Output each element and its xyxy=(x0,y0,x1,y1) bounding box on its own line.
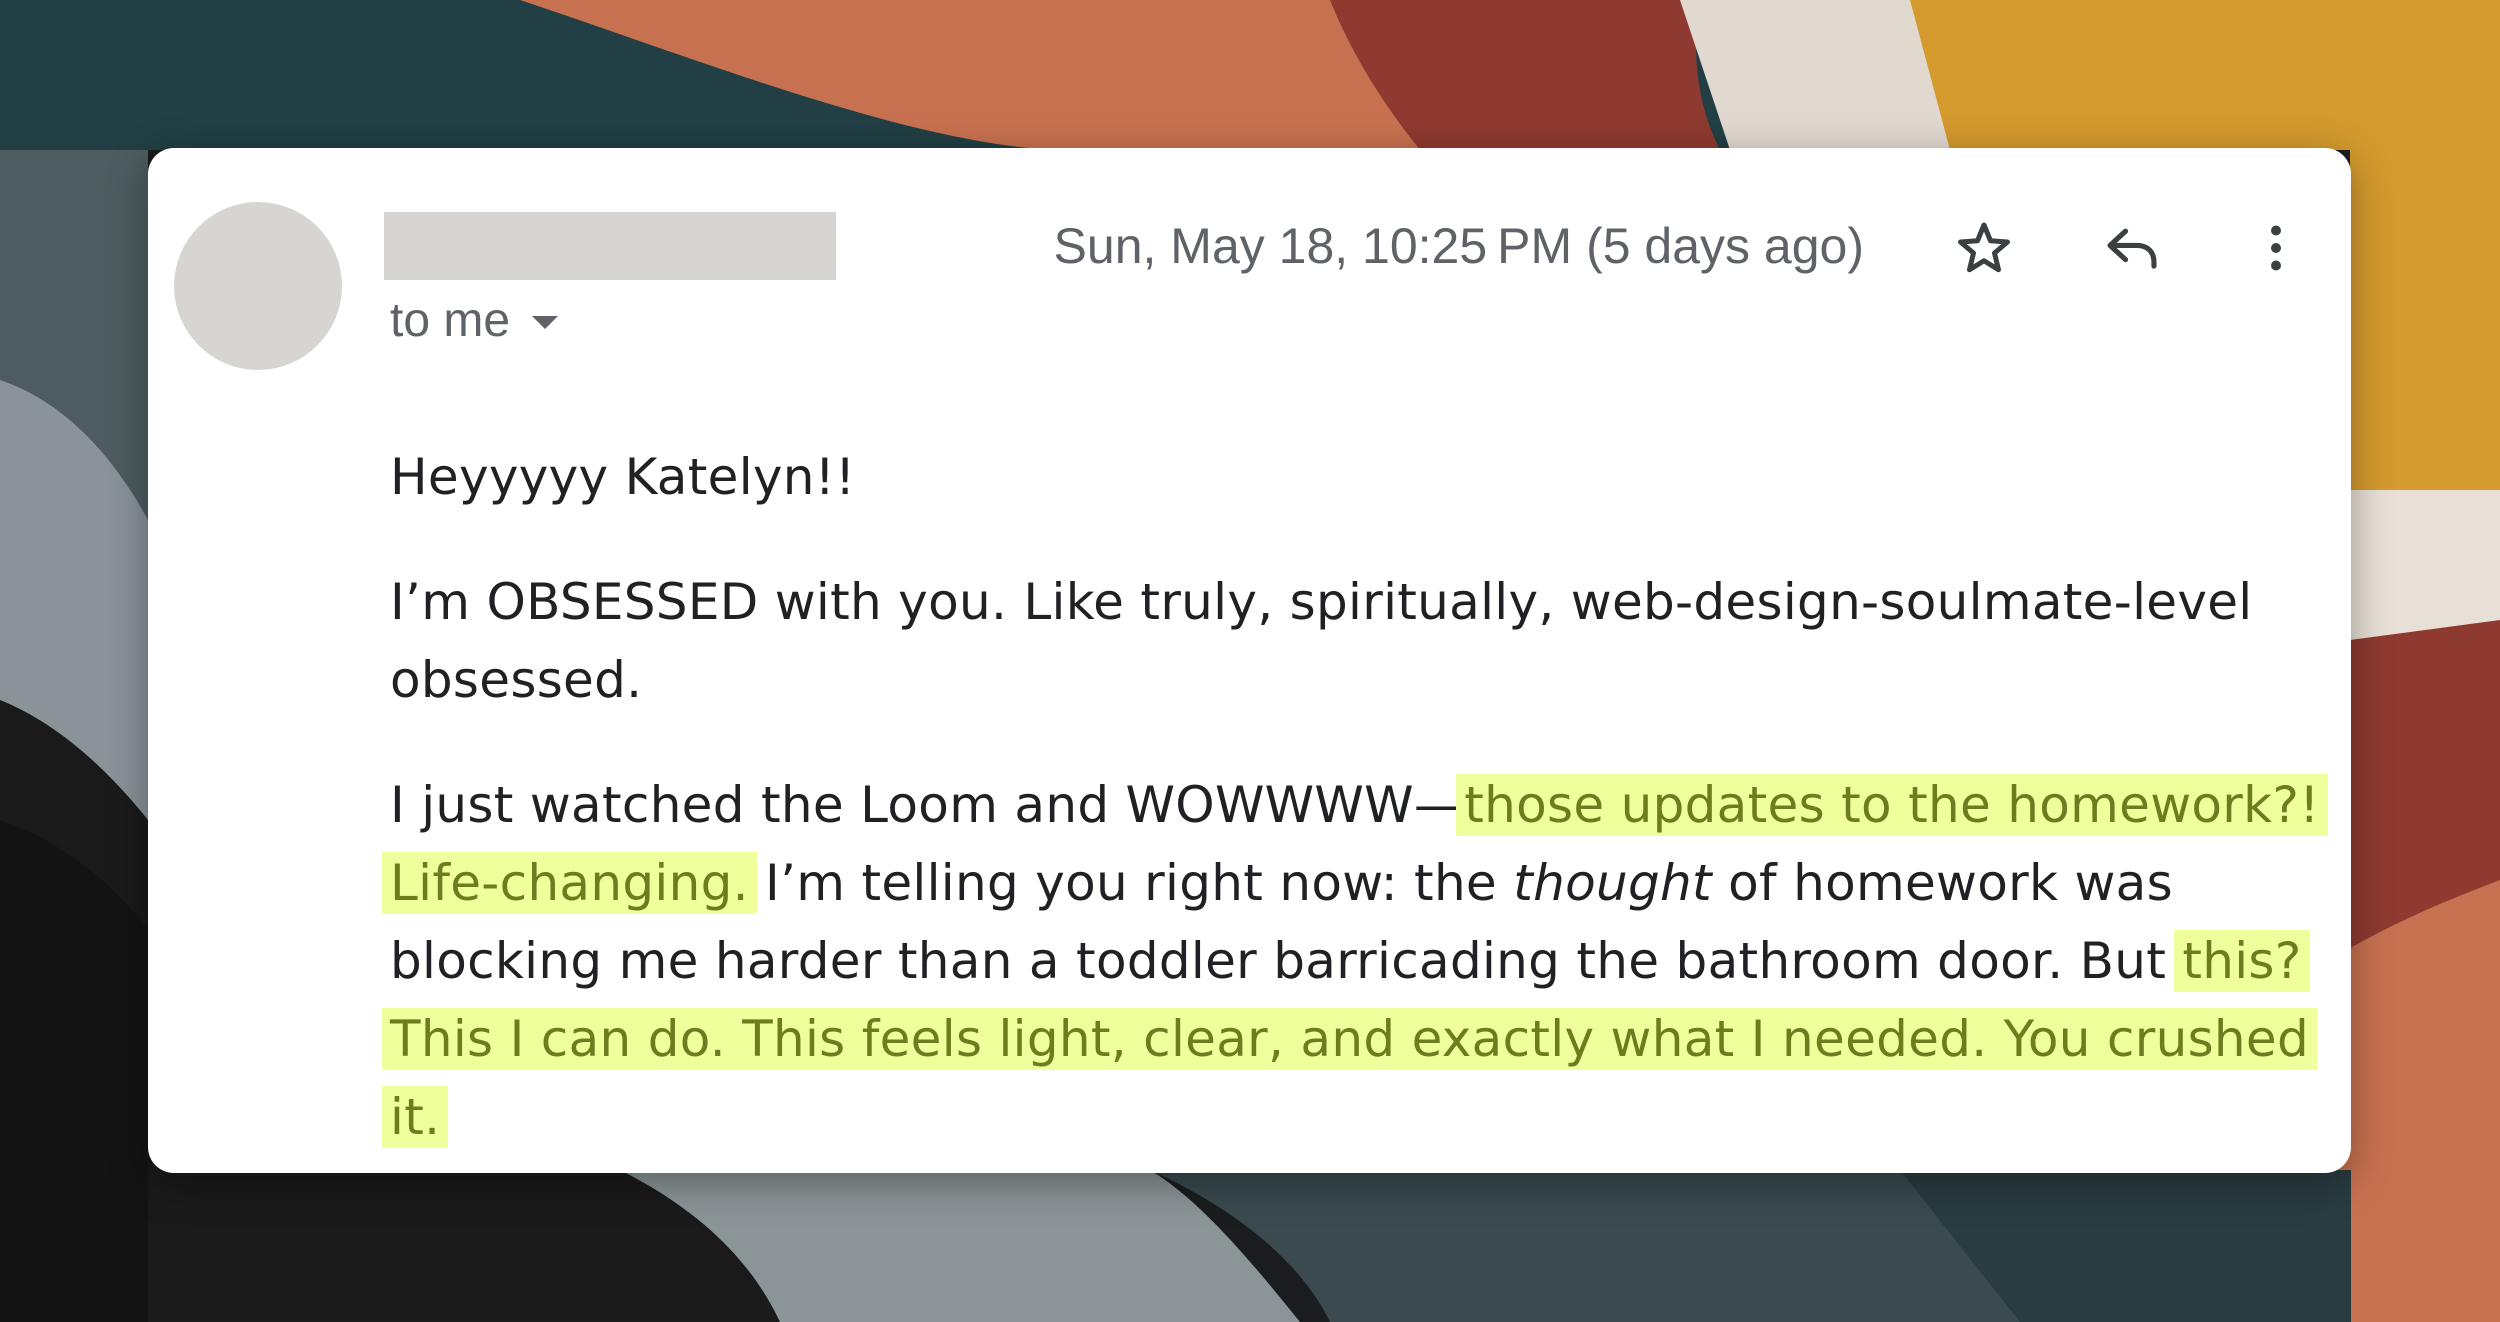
star-icon xyxy=(1958,222,2010,273)
more-vert-icon xyxy=(2271,225,2281,271)
body-text: I’m telling you right now: the xyxy=(748,854,1514,912)
star-button[interactable] xyxy=(1948,212,2020,284)
caret-down-icon xyxy=(532,315,559,329)
body-text: I just watched the Loom and WOWWWW— xyxy=(390,776,1465,834)
reply-button[interactable] xyxy=(2096,212,2168,284)
sender-avatar[interactable] xyxy=(174,202,342,370)
email-card: to me Sun, May 18, 10:25 PM (5 days ago)… xyxy=(148,148,2351,1173)
body-paragraph: I’m OBSESSED with you. Like truly, spiri… xyxy=(390,573,2253,709)
email-body: Heyyyyy Katelyn!! I’m OBSESSED with you.… xyxy=(382,438,2328,1173)
sender-name-redacted xyxy=(384,212,836,280)
italic-text: thought xyxy=(1513,854,1712,912)
reply-icon xyxy=(2107,228,2157,269)
greeting: Heyyyyy Katelyn!! xyxy=(390,448,856,506)
more-options-button[interactable] xyxy=(2240,212,2312,284)
recipient-dropdown[interactable]: to me xyxy=(390,288,559,352)
recipient-label: to me xyxy=(390,293,511,347)
body-paragraph: I just watched the Loom and WOWWWW—those… xyxy=(382,766,2328,1156)
email-date: Sun, May 18, 10:25 PM (5 days ago) xyxy=(1053,218,1864,274)
